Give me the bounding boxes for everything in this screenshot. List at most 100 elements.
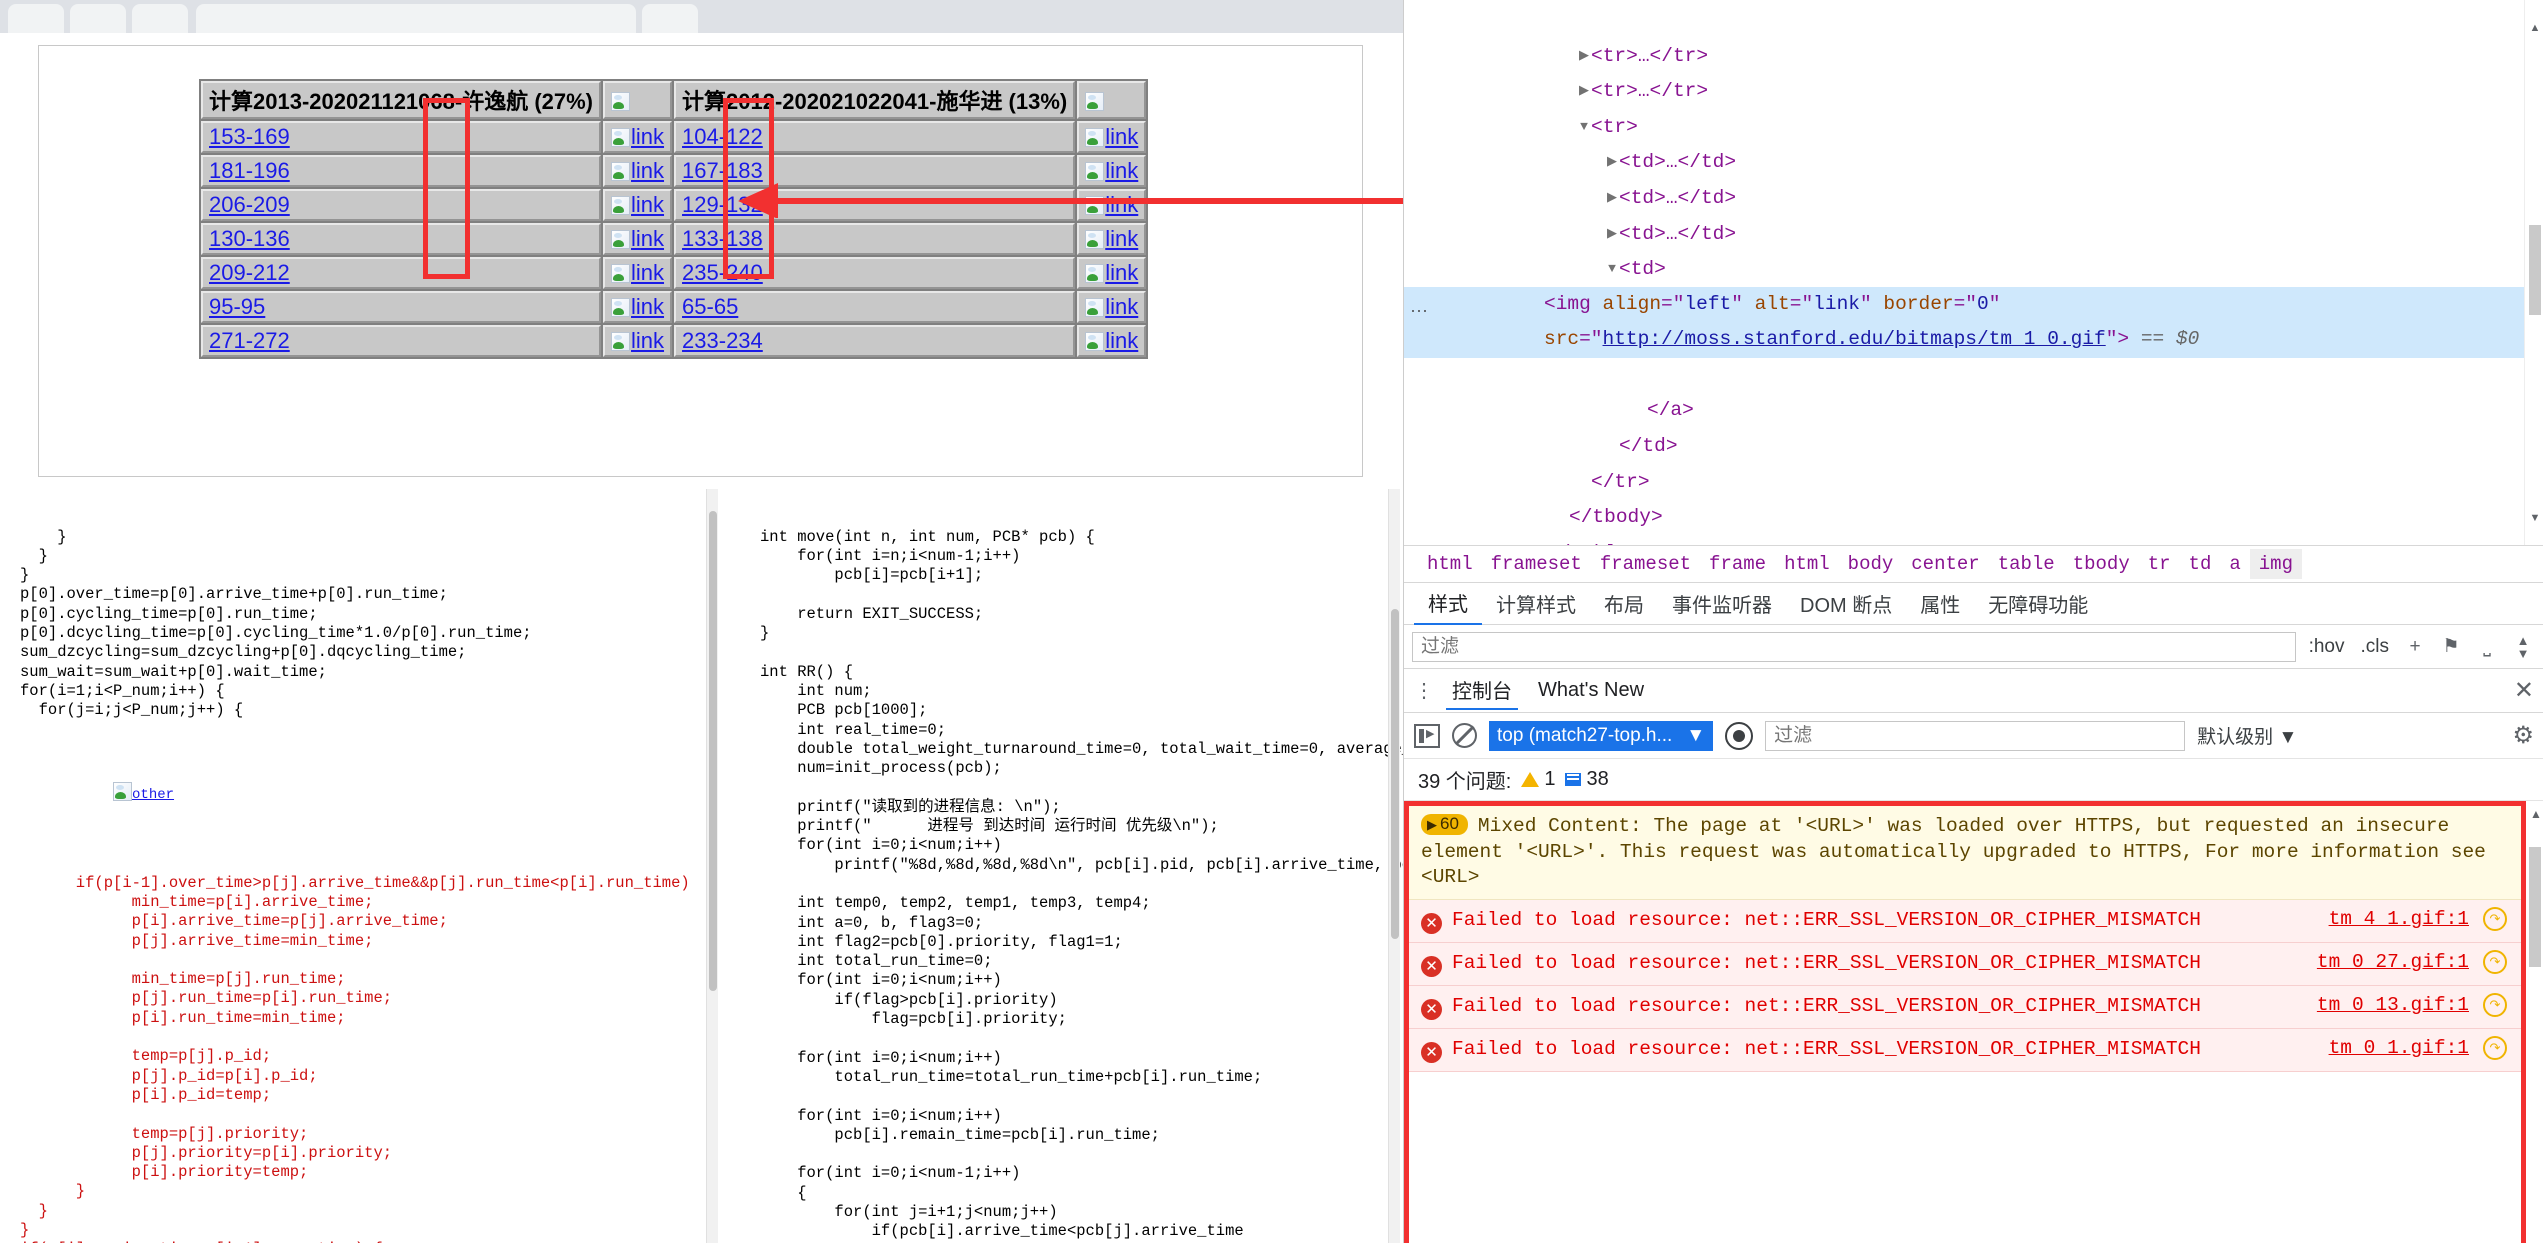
breadcrumb-item-center[interactable]: center — [1902, 549, 1988, 579]
line-range-link[interactable]: 271-272 — [209, 328, 290, 353]
dom-node-td[interactable]: ▶<td>…</td> — [1404, 180, 2524, 216]
collapse-panel-icon[interactable]: ⎵ — [2474, 636, 2500, 658]
breadcrumb-item-html[interactable]: html — [1418, 549, 1482, 579]
scroll-up-icon[interactable]: ▲ — [2530, 807, 2542, 821]
breadcrumb-item-frame[interactable]: frame — [1700, 549, 1775, 579]
line-range-link[interactable]: 153-169 — [209, 124, 290, 149]
scrollbar-thumb[interactable] — [2529, 847, 2541, 967]
breadcrumb-item-table[interactable]: table — [1989, 549, 2064, 579]
show-console-sidebar-icon[interactable] — [1414, 724, 1440, 748]
match-link[interactable]: link — [631, 158, 664, 184]
match-link[interactable]: link — [1105, 158, 1138, 184]
scroll-down-icon[interactable]: ▼ — [2529, 512, 2541, 524]
match-link[interactable]: link — [631, 328, 664, 354]
error-source-link[interactable]: tm_0_13.gif:1 — [2317, 994, 2469, 1016]
link-cell[interactable]: link — [603, 325, 672, 357]
plus-icon[interactable]: + — [2402, 636, 2428, 658]
link-cell[interactable]: link — [1077, 121, 1146, 153]
line-range-link[interactable]: 181-196 — [209, 158, 290, 183]
console-error-message[interactable]: ✕Failed to load resource: net::ERR_SSL_V… — [1409, 900, 2521, 943]
dom-node-tr[interactable]: ▶<tr>…</tr> — [1404, 2, 2524, 38]
live-expression-icon[interactable] — [1725, 722, 1753, 750]
dom-node-tr[interactable]: ▶<tr>…</tr> — [1404, 38, 2524, 74]
cls-button[interactable]: .cls — [2358, 636, 2393, 658]
console-error-message[interactable]: ✕Failed to load resource: net::ERR_SSL_V… — [1409, 943, 2521, 986]
line-range-link[interactable]: 233-234 — [682, 328, 763, 353]
console-warning-message[interactable]: ▶60Mixed Content: The page at '<URL>' wa… — [1409, 806, 2521, 900]
link-cell[interactable]: link — [603, 257, 672, 289]
breadcrumb-item-frameset[interactable]: frameset — [1482, 549, 1591, 579]
match-link[interactable]: link — [631, 124, 664, 150]
scrollbar-thumb[interactable] — [2529, 225, 2541, 315]
line-range-link[interactable]: 95-95 — [209, 294, 265, 319]
scroll-up-icon[interactable]: ▲ — [2529, 22, 2541, 34]
console-error-message[interactable]: ✕Failed to load resource: net::ERR_SSL_V… — [1409, 1029, 2521, 1072]
breadcrumb-item-body[interactable]: body — [1839, 549, 1903, 579]
styles-filter-input[interactable] — [1412, 632, 2296, 662]
more-options-icon[interactable]: ⋮ — [1414, 678, 1432, 703]
tab-computed[interactable]: 计算样式 — [1482, 583, 1590, 624]
clear-console-icon[interactable] — [1452, 723, 1477, 748]
link-cell[interactable]: link — [1077, 257, 1146, 289]
link-cell[interactable]: link — [603, 291, 672, 323]
line-range-link[interactable]: 65-65 — [682, 294, 738, 319]
dom-node-td[interactable]: ▶<td>…</td> — [1404, 144, 2524, 180]
console-level-select[interactable]: 默认级别 ▼ — [2197, 722, 2297, 749]
link-cell[interactable]: link — [603, 223, 672, 255]
dom-node-img-selected[interactable]: ⋯ <img align="left" alt="link" border="0… — [1404, 287, 2524, 358]
code-other-label[interactable]: other — [132, 786, 174, 805]
brush-icon[interactable]: ⚑ — [2438, 635, 2464, 658]
line-range-link[interactable]: 129-132 — [682, 192, 763, 217]
link-cell[interactable]: link — [603, 121, 672, 153]
code-right-scrollbar[interactable] — [1388, 489, 1400, 1243]
request-blocked-icon[interactable]: ↷ — [2483, 993, 2507, 1017]
scroll-arrows-icon[interactable]: ▲▼ — [2510, 634, 2536, 660]
warning-count-chip[interactable]: 1 — [1521, 768, 1555, 791]
match-link[interactable]: link — [1105, 260, 1138, 286]
match-link[interactable]: link — [631, 260, 664, 286]
line-range-link[interactable]: 235-240 — [682, 260, 763, 285]
match-link[interactable]: link — [1105, 226, 1138, 252]
console-context-select[interactable]: top (match27-top.h... ▼ — [1489, 721, 1713, 751]
link-cell[interactable]: link — [1077, 325, 1146, 357]
breadcrumb-item-td[interactable]: td — [2180, 549, 2221, 579]
request-blocked-icon[interactable]: ↷ — [2483, 950, 2507, 974]
breadcrumb-item-a[interactable]: a — [2220, 549, 2249, 579]
close-icon[interactable]: ✕ — [2514, 676, 2534, 705]
code-left-scrollbar[interactable] — [706, 489, 718, 1243]
link-cell[interactable]: link — [1077, 291, 1146, 323]
breadcrumb-item-img[interactable]: img — [2250, 549, 2302, 579]
match-link[interactable]: link — [1105, 294, 1138, 320]
match-link[interactable]: link — [1105, 192, 1138, 218]
error-source-link[interactable]: tm_0_27.gif:1 — [2317, 951, 2469, 973]
line-range-link[interactable]: 209-212 — [209, 260, 290, 285]
tab-accessibility[interactable]: 无障碍功能 — [1974, 583, 2102, 624]
settings-gear-icon[interactable]: ⚙ — [2512, 721, 2534, 750]
dom-tree[interactable]: ▶<tr>…</tr> ▶<tr>…</tr> ▼<tr> ▶<td>…</td… — [1404, 0, 2524, 545]
info-count-chip[interactable]: 38 — [1565, 768, 1608, 791]
dom-node-tr-expanded[interactable]: ▼<tr> — [1404, 73, 2524, 109]
line-range-link[interactable]: 133-138 — [682, 226, 763, 251]
breadcrumb-item-html-2[interactable]: html — [1775, 549, 1839, 579]
match-link[interactable]: link — [631, 192, 664, 218]
tab-properties[interactable]: 属性 — [1906, 583, 1974, 624]
tab-console[interactable]: 控制台 — [1446, 671, 1518, 710]
link-cell[interactable]: link — [1077, 189, 1146, 221]
dom-node-td[interactable]: ▶<td>…</td> — [1404, 109, 2524, 145]
dom-node-td-expanded[interactable]: ▼<td> — [1404, 216, 2524, 252]
request-blocked-icon[interactable]: ↷ — [2483, 907, 2507, 931]
breadcrumb-item-tr[interactable]: tr — [2139, 549, 2180, 579]
request-blocked-icon[interactable]: ↷ — [2483, 1036, 2507, 1060]
link-cell[interactable]: link — [603, 155, 672, 187]
match-link[interactable]: link — [631, 294, 664, 320]
link-cell[interactable]: link — [1077, 223, 1146, 255]
link-cell[interactable]: link — [603, 189, 672, 221]
match-link[interactable]: link — [1105, 328, 1138, 354]
link-cell[interactable]: link — [1077, 155, 1146, 187]
console-filter-input[interactable] — [1765, 721, 2185, 751]
match-link[interactable]: link — [631, 226, 664, 252]
error-source-link[interactable]: tm_4_1.gif:1 — [2329, 908, 2469, 930]
line-range-link[interactable]: 130-136 — [209, 226, 290, 251]
tab-styles[interactable]: 样式 — [1414, 582, 1482, 625]
dom-node-anchor[interactable]: ▼<a href="match27-1.html#6" name="6" tar… — [1404, 251, 2524, 287]
